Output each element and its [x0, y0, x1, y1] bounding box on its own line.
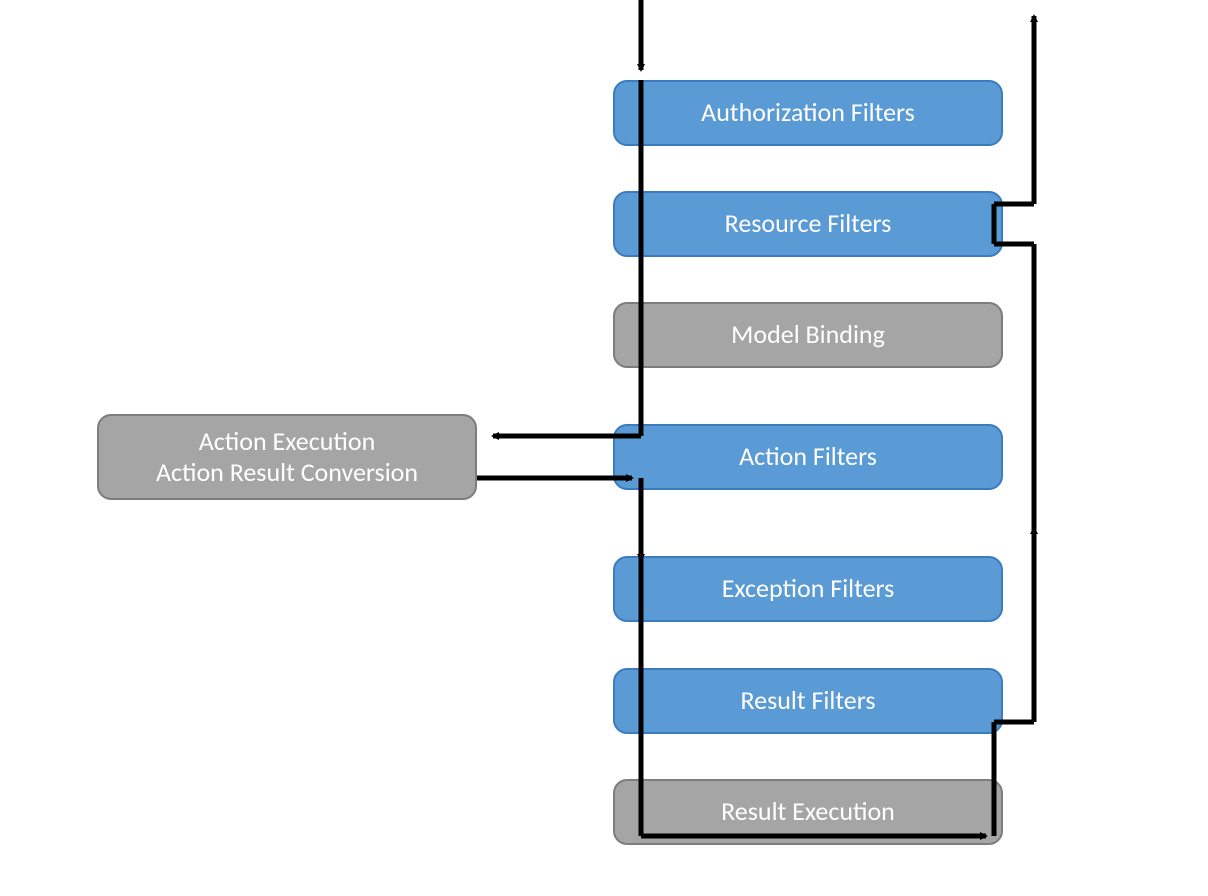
result-filters-label: Result Filters [740, 685, 875, 716]
result-filters-box: Result Filters [613, 668, 1003, 734]
resource-filters-box: Resource Filters [613, 191, 1003, 257]
result-execution-box: Result Execution [613, 779, 1003, 845]
exception-filters-box: Exception Filters [613, 556, 1003, 622]
authorization-filters-label: Authorization Filters [701, 97, 915, 128]
action-filters-box: Action Filters [613, 424, 1003, 490]
result-execution-label: Result Execution [721, 796, 895, 827]
authorization-filters-box: Authorization Filters [613, 80, 1003, 146]
action-filters-label: Action Filters [739, 441, 877, 472]
model-binding-box: Model Binding [613, 302, 1003, 368]
action-execution-line1: Action Execution [199, 426, 376, 457]
model-binding-label: Model Binding [731, 319, 885, 350]
exception-filters-label: Exception Filters [722, 573, 895, 604]
action-execution-box: Action Execution Action Result Conversio… [97, 414, 477, 500]
action-execution-line2: Action Result Conversion [156, 457, 418, 488]
resource-filters-label: Resource Filters [725, 208, 892, 239]
